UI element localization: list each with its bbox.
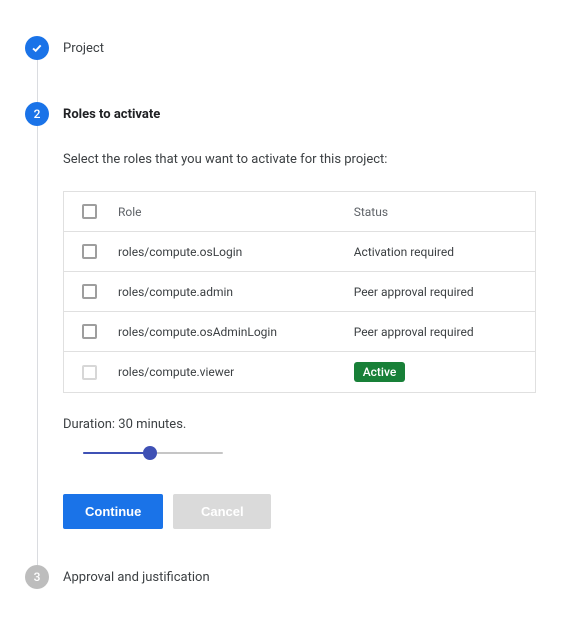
- duration-label: Duration: 30 minutes.: [63, 417, 536, 432]
- step-project-label: Project: [63, 41, 104, 56]
- select-all-checkbox[interactable]: [82, 204, 97, 219]
- stepper-container: Project 2 Roles to activate Select the r…: [25, 30, 544, 595]
- role-name: roles/compute.viewer: [114, 365, 354, 379]
- step-roles-header: 2 Roles to activate: [25, 96, 544, 132]
- table-header-row: Role Status: [64, 192, 535, 232]
- step-project: Project: [25, 30, 544, 96]
- role-name: roles/compute.admin: [114, 285, 354, 299]
- role-name: roles/compute.osAdminLogin: [114, 325, 354, 339]
- step-roles-body: Select the roles that you want to activa…: [63, 132, 544, 559]
- row-checkbox[interactable]: [82, 284, 97, 299]
- status-badge: Active: [354, 362, 406, 382]
- role-status: Peer approval required: [354, 325, 535, 339]
- roles-description: Select the roles that you want to activa…: [63, 152, 536, 167]
- roles-table: Role Status roles/compute.osLogin Activa…: [63, 191, 536, 393]
- button-row: Continue Cancel: [63, 494, 536, 529]
- table-row: roles/compute.osAdminLogin Peer approval…: [64, 312, 535, 352]
- cancel-button[interactable]: Cancel: [173, 494, 271, 529]
- continue-button[interactable]: Continue: [63, 494, 163, 529]
- duration-slider[interactable]: [83, 446, 223, 460]
- step-number-icon: 2: [25, 102, 49, 126]
- table-row: roles/compute.osLogin Activation require…: [64, 232, 535, 272]
- role-status: Peer approval required: [354, 285, 535, 299]
- role-status: Activation required: [354, 245, 535, 259]
- step-approval-label: Approval and justification: [63, 570, 210, 585]
- step-number-icon: 3: [25, 565, 49, 589]
- step-roles-label: Roles to activate: [63, 107, 160, 122]
- step-check-icon: [25, 36, 49, 60]
- duration-block: Duration: 30 minutes.: [63, 417, 536, 460]
- slider-thumb[interactable]: [143, 446, 157, 460]
- row-checkbox-disabled: [82, 365, 97, 380]
- step-project-header[interactable]: Project: [25, 30, 544, 66]
- table-row: roles/compute.admin Peer approval requir…: [64, 272, 535, 312]
- row-checkbox[interactable]: [82, 244, 97, 259]
- table-row: roles/compute.viewer Active: [64, 352, 535, 392]
- slider-track-fill: [83, 452, 150, 454]
- header-status: Status: [354, 205, 535, 219]
- step-approval-header: 3 Approval and justification: [25, 559, 544, 595]
- step-approval: 3 Approval and justification: [25, 559, 544, 595]
- step-roles: 2 Roles to activate Select the roles tha…: [25, 96, 544, 559]
- row-checkbox[interactable]: [82, 324, 97, 339]
- role-name: roles/compute.osLogin: [114, 245, 354, 259]
- header-role: Role: [114, 205, 354, 219]
